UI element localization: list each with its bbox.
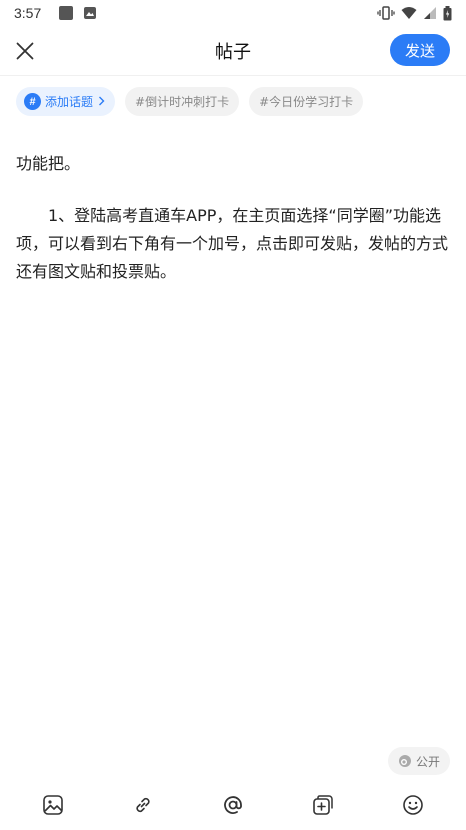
battery-icon <box>443 5 452 21</box>
hashtag-icon: # <box>24 93 41 110</box>
visibility-label: 公开 <box>415 754 440 769</box>
status-bar: 3:57 <box>0 0 466 26</box>
status-time: 3:57 <box>14 5 42 21</box>
add-topic-label: 添加话题 <box>45 95 94 109</box>
app-header: 帖子 发送 <box>0 26 466 76</box>
send-button[interactable]: 发送 <box>390 34 450 66</box>
topic-bar: # 添加话题 #倒计时冲刺打卡 #今日份学习打卡 <box>16 87 364 116</box>
eye-icon <box>398 754 412 768</box>
content-paragraph: 1、登陆高考直通车APP，在主页面选择“同学圈”功能选项，可以看到右下角有一个加… <box>16 206 449 281</box>
at-sign-icon <box>222 794 244 816</box>
chevron-right-icon <box>98 95 105 109</box>
visibility-toggle[interactable]: 公开 <box>387 747 450 775</box>
wifi-icon <box>401 6 417 20</box>
signal-icon <box>423 6 437 20</box>
status-icons <box>377 5 452 21</box>
insert-link-button[interactable] <box>123 785 163 825</box>
topic-chip-countdown[interactable]: #倒计时冲刺打卡 <box>125 87 240 116</box>
notification-square-icon <box>59 6 74 20</box>
post-content-editor[interactable]: 功能把。 1、登陆高考直通车APP，在主页面选择“同学圈”功能选项，可以看到右下… <box>16 150 450 310</box>
editor-toolbar <box>0 780 466 830</box>
topic-chip-daily-study[interactable]: #今日份学习打卡 <box>249 87 364 116</box>
smiley-icon <box>402 794 424 816</box>
mention-button[interactable] <box>213 785 253 825</box>
insert-image-button[interactable] <box>33 785 73 825</box>
image-icon <box>42 794 64 816</box>
add-media-button[interactable] <box>303 785 343 825</box>
link-icon <box>132 794 154 816</box>
notification-photo-icon <box>83 6 97 20</box>
add-box-icon <box>312 794 334 816</box>
add-topic-button[interactable]: # 添加话题 <box>16 87 116 116</box>
vibrate-icon <box>377 6 395 20</box>
content-paragraph: 功能把。 <box>16 154 81 173</box>
emoji-button[interactable] <box>393 785 433 825</box>
